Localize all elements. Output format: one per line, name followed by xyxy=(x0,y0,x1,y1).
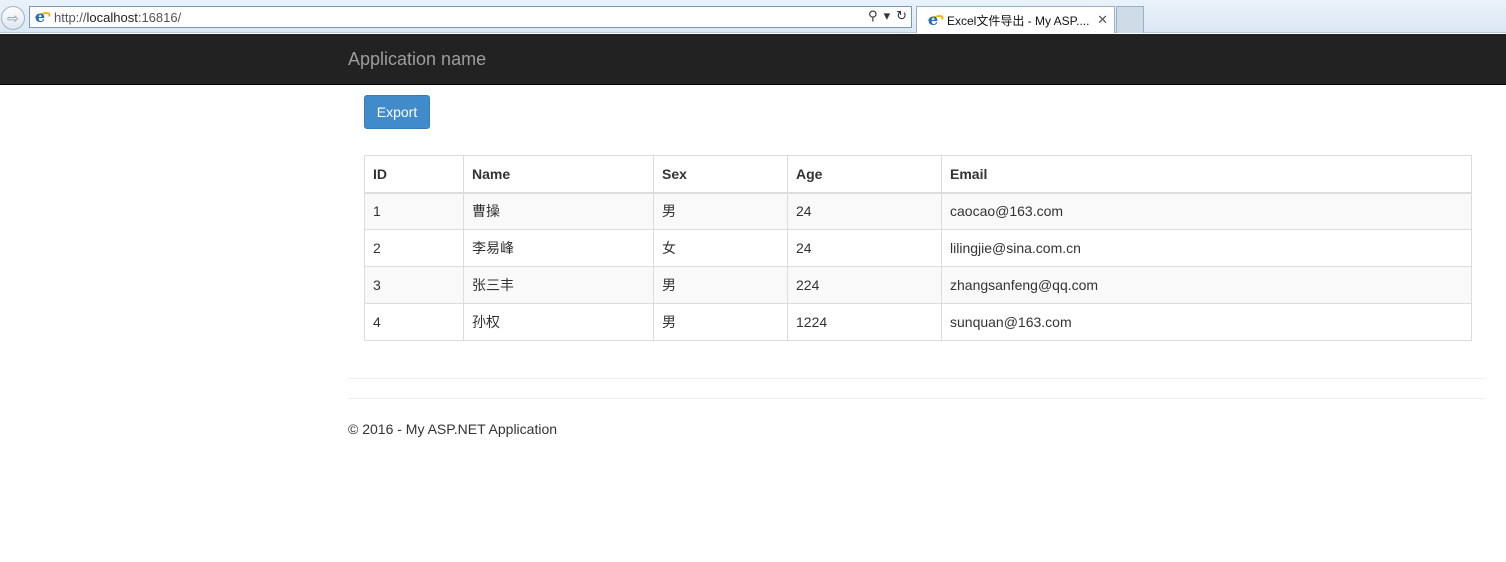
cell-id: 2 xyxy=(364,229,464,267)
ie-logo-icon: e xyxy=(925,10,945,29)
back-button[interactable]: ⇨ xyxy=(1,6,25,30)
table-row: 4 孙权 男 1224 sunquan@163.com xyxy=(364,303,1472,341)
cell-email: lilingjie@sina.com.cn xyxy=(941,229,1472,267)
cell-sex: 女 xyxy=(653,229,788,267)
close-icon[interactable]: ✕ xyxy=(1097,12,1108,28)
cell-age: 24 xyxy=(787,229,942,267)
address-bar[interactable]: e http://localhost:16816/ ⚲ ▾ ↻ xyxy=(29,6,912,28)
new-tab-button[interactable] xyxy=(1116,6,1144,33)
cell-name: 孙权 xyxy=(463,303,654,341)
divider xyxy=(348,398,1486,399)
data-table: ID Name Sex Age Email 1 曹操 男 24 caocao@1… xyxy=(364,155,1472,341)
cell-id: 4 xyxy=(364,303,464,341)
browser-tab[interactable]: e Excel文件导出 - My ASP.... ✕ xyxy=(916,6,1115,33)
ie-logo-icon: e xyxy=(32,7,52,26)
navbar: Application name xyxy=(0,34,1506,85)
tab-title: Excel文件导出 - My ASP.... xyxy=(947,13,1090,28)
cell-sex: 男 xyxy=(653,192,788,230)
divider xyxy=(348,378,1486,379)
column-header-id: ID xyxy=(364,155,464,194)
table-row: 1 曹操 男 24 caocao@163.com xyxy=(364,192,1472,230)
cell-email: sunquan@163.com xyxy=(941,303,1472,341)
column-header-sex: Sex xyxy=(653,155,788,194)
cell-name: 李易峰 xyxy=(463,229,654,267)
cell-name: 曹操 xyxy=(463,192,654,230)
cell-sex: 男 xyxy=(653,266,788,304)
chevron-down-icon[interactable]: ▾ xyxy=(884,8,891,24)
refresh-icon[interactable]: ↻ xyxy=(896,8,907,24)
footer-text: © 2016 - My ASP.NET Application xyxy=(348,421,558,437)
table-row: 2 李易峰 女 24 lilingjie@sina.com.cn xyxy=(364,229,1472,267)
table-row: 3 张三丰 男 224 zhangsanfeng@qq.com xyxy=(364,266,1472,304)
column-header-name: Name xyxy=(463,155,654,194)
browser-chrome: ⇨ e http://localhost:16816/ ⚲ ▾ ↻ e Exce… xyxy=(0,0,1506,33)
cell-email: zhangsanfeng@qq.com xyxy=(941,266,1472,304)
cell-age: 1224 xyxy=(787,303,942,341)
cell-email: caocao@163.com xyxy=(941,192,1472,230)
cell-id: 1 xyxy=(364,192,464,230)
column-header-age: Age xyxy=(787,155,942,194)
address-url[interactable]: http://localhost:16816/ xyxy=(54,10,181,25)
cell-age: 24 xyxy=(787,192,942,230)
search-icon[interactable]: ⚲ xyxy=(868,8,878,24)
forward-arrow-icon: ⇨ xyxy=(7,9,19,26)
cell-name: 张三丰 xyxy=(463,266,654,304)
address-tools: ⚲ ▾ ↻ xyxy=(868,8,907,24)
brand-link[interactable]: Application name xyxy=(348,49,486,70)
column-header-email: Email xyxy=(941,155,1472,194)
cell-id: 3 xyxy=(364,266,464,304)
table-header-row: ID Name Sex Age Email xyxy=(364,155,1472,194)
export-button[interactable]: Export xyxy=(364,95,430,129)
cell-sex: 男 xyxy=(653,303,788,341)
cell-age: 224 xyxy=(787,266,942,304)
